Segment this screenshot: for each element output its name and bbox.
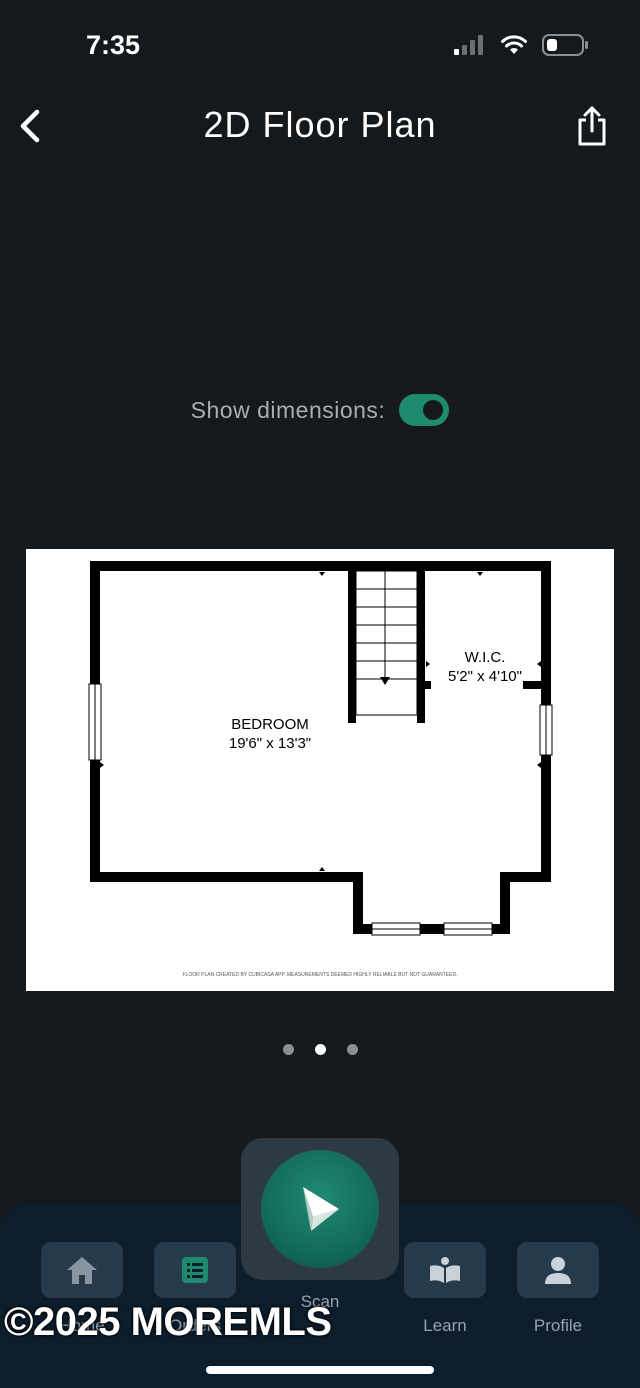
windows [88,683,553,936]
page-dot-1[interactable] [282,1044,294,1055]
home-icon [67,1257,97,1284]
scan-button[interactable] [241,1138,399,1280]
orders-icon [182,1257,208,1283]
share-button[interactable] [570,102,614,150]
status-bar: 7:35 [0,0,640,90]
tab-learn-icon-box [404,1242,486,1298]
tab-profile-icon-box [517,1242,599,1298]
show-dimensions-toggle[interactable] [399,394,450,426]
cellular-signal-icon [454,35,483,55]
room-dims-bedroom: 19'6" x 13'3" [229,735,311,752]
tab-orders-icon-box [154,1242,236,1298]
status-icons [454,34,588,56]
room-name-wic: W.I.C. [465,649,506,666]
room-dims-wic: 5'2" x 4'10" [448,668,522,685]
nav-header: 2D Floor Plan [0,96,640,156]
toggle-knob [423,400,444,420]
page-dot-2[interactable] [314,1044,326,1055]
watermark: ©2025 MOREMLS [4,1300,332,1344]
scan-icon [303,1187,339,1231]
tab-profile[interactable]: Profile [513,1242,603,1336]
show-dimensions-label: Show dimensions: [190,396,386,423]
exterior-wall [90,561,551,934]
stair-arrow [380,677,390,685]
dimension-markers [100,572,541,871]
floor-plan-drawing: BEDROOM 19'6" x 13'3" W.I.C. 5'2" x 4'10… [88,561,553,978]
scan-circle [261,1150,379,1268]
plan-disclaimer: FLOOR PLAN CREATED BY CUBICASA APP. MEAS… [183,972,458,978]
battery-icon [542,34,588,56]
book-icon [430,1257,460,1283]
room-name-bedroom: BEDROOM [231,716,309,733]
page-indicator [0,1044,640,1055]
home-indicator [206,1366,434,1374]
show-dimensions-row: Show dimensions: [0,394,640,426]
tab-learn-label: Learn [423,1316,467,1335]
wifi-icon [501,35,527,54]
floor-plan-card[interactable]: BEDROOM 19'6" x 13'3" W.I.C. 5'2" x 4'10… [26,549,614,991]
tab-profile-label: Profile [533,1316,583,1335]
stairs [355,570,418,716]
tab-home-icon-box [41,1242,123,1298]
tab-learn[interactable]: Learn [400,1242,490,1336]
page-dot-3[interactable] [346,1044,358,1055]
person-icon [545,1257,571,1284]
page-title: 2D Floor Plan [203,104,437,145]
status-time: 7:35 [86,30,141,60]
share-icon [578,106,606,146]
